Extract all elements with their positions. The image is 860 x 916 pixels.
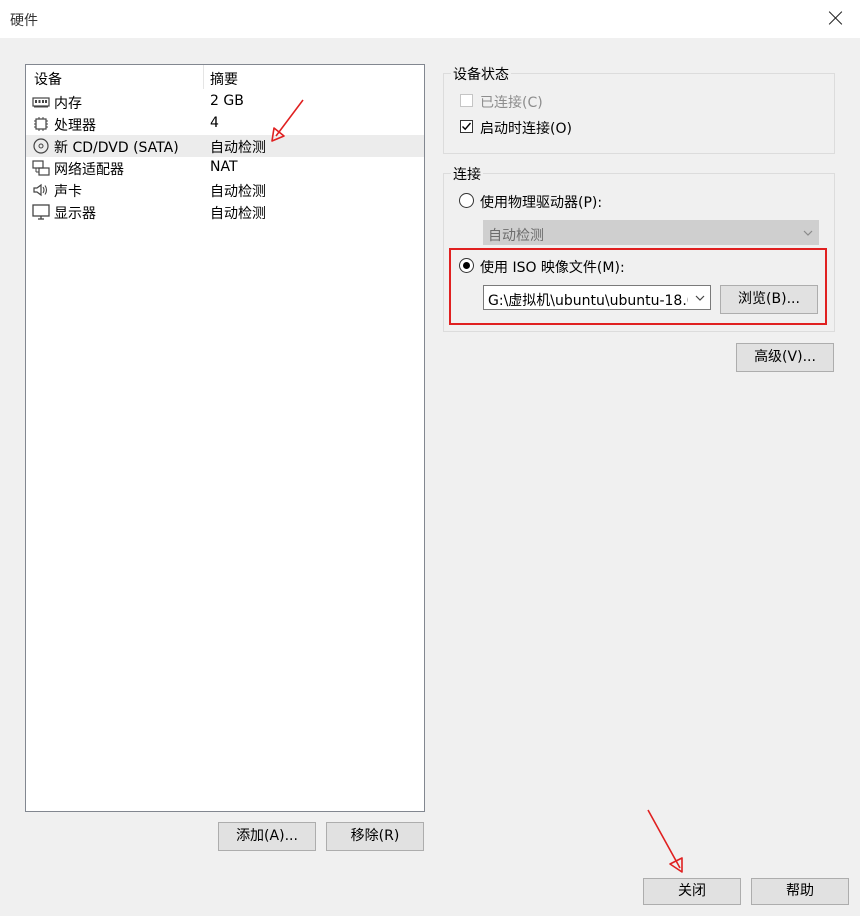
device-name: 新 CD/DVD (SATA) <box>54 140 179 156</box>
device-summary: NAT <box>210 159 238 175</box>
device-status-title: 设备状态 <box>451 64 511 84</box>
checkmark-icon <box>462 122 472 131</box>
iso-path-value: G:\虚拟机\ubuntu\ubuntu-18.0 <box>488 293 688 309</box>
device-summary: 自动检测 <box>210 140 266 156</box>
connect-on-start-checkbox[interactable] <box>460 120 473 133</box>
physical-drive-select[interactable]: 自动检测 <box>483 220 819 245</box>
physical-drive-label: 使用物理驱动器(P): <box>480 195 603 211</box>
device-name: 声卡 <box>54 184 82 200</box>
chevron-down-icon <box>803 230 813 236</box>
radio-selected-dot <box>463 262 470 269</box>
memory-icon <box>32 97 50 108</box>
device-list[interactable]: 设备 摘要 内存 2 GB 处理器 4 新 CD/DVD (SATA) 自动检测… <box>25 64 425 812</box>
iso-image-radio[interactable] <box>459 258 474 273</box>
speaker-icon <box>33 183 48 197</box>
title-bar: 硬件 <box>0 0 860 38</box>
device-row-memory[interactable]: 内存 2 GB <box>26 91 424 113</box>
chevron-down-icon <box>695 295 705 301</box>
device-row-network[interactable]: 网络适配器 NAT <box>26 157 424 179</box>
help-button[interactable]: 帮助 <box>751 878 849 905</box>
device-summary: 自动检测 <box>210 206 266 222</box>
browse-button[interactable]: 浏览(B)... <box>720 285 818 314</box>
device-name: 显示器 <box>54 206 96 222</box>
device-row-sound[interactable]: 声卡 自动检测 <box>26 179 424 201</box>
device-row-display[interactable]: 显示器 自动检测 <box>26 201 424 223</box>
device-status-group <box>443 73 835 154</box>
device-summary: 4 <box>210 115 219 131</box>
device-name: 处理器 <box>54 118 96 134</box>
monitor-icon <box>32 204 50 220</box>
header-divider[interactable] <box>203 65 204 89</box>
device-name: 内存 <box>54 96 82 112</box>
device-summary: 自动检测 <box>210 184 266 200</box>
device-summary: 2 GB <box>210 93 244 109</box>
device-name: 网络适配器 <box>54 162 124 178</box>
device-row-cpu[interactable]: 处理器 4 <box>26 113 424 135</box>
cpu-icon <box>34 117 48 131</box>
advanced-button[interactable]: 高级(V)... <box>736 343 834 372</box>
remove-button[interactable]: 移除(R) <box>326 822 424 851</box>
close-icon[interactable] <box>826 8 846 28</box>
device-row-cd-dvd[interactable]: 新 CD/DVD (SATA) 自动检测 <box>26 135 424 157</box>
header-summary[interactable]: 摘要 <box>210 69 238 89</box>
connected-label: 已连接(C) <box>480 95 543 111</box>
physical-drive-radio[interactable] <box>459 193 474 208</box>
header-device[interactable]: 设备 <box>34 69 62 89</box>
list-header: 设备 摘要 <box>26 65 424 89</box>
iso-path-combobox[interactable]: G:\虚拟机\ubuntu\ubuntu-18.0 <box>483 285 711 310</box>
connect-on-start-label: 启动时连接(O) <box>480 121 572 137</box>
window-title: 硬件 <box>10 13 38 29</box>
iso-image-label: 使用 ISO 映像文件(M): <box>480 260 625 276</box>
add-button[interactable]: 添加(A)... <box>218 822 316 851</box>
close-button[interactable]: 关闭 <box>643 878 741 905</box>
physical-drive-select-value: 自动检测 <box>488 228 544 244</box>
connection-title: 连接 <box>451 164 483 184</box>
cd-dvd-icon <box>33 138 49 154</box>
connected-checkbox[interactable] <box>460 94 473 107</box>
network-icon <box>32 160 50 176</box>
